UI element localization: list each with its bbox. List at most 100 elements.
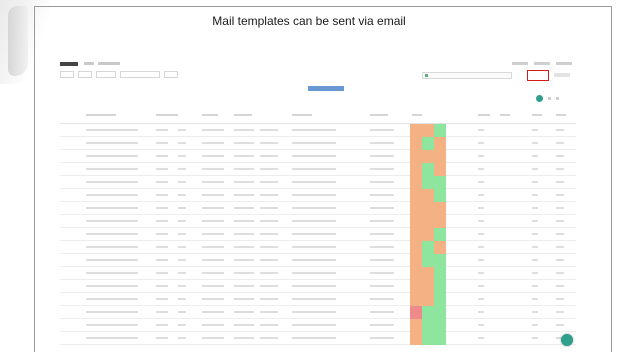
status-cell (422, 137, 434, 150)
add-icon[interactable] (536, 95, 543, 102)
table-cell (156, 155, 168, 157)
table-cell (292, 142, 336, 144)
status-cell (422, 254, 434, 267)
status-cell (410, 332, 422, 345)
status-cell (410, 202, 422, 215)
status-cell (434, 332, 446, 345)
column-header[interactable] (370, 114, 388, 116)
help-button[interactable] (561, 334, 573, 346)
table-cell (178, 324, 186, 326)
status-cell (422, 215, 434, 228)
table-cell (234, 181, 254, 183)
table-row[interactable] (60, 163, 576, 176)
table-cell (532, 272, 538, 274)
status-cell (422, 228, 434, 241)
table-row[interactable] (60, 137, 576, 150)
table-cell (234, 142, 254, 144)
status-cell (434, 306, 446, 319)
table-cell (202, 324, 224, 326)
menu-item[interactable] (60, 71, 74, 78)
table-row[interactable] (60, 124, 576, 137)
table-cell (202, 181, 224, 183)
table-cell (260, 207, 278, 209)
column-header[interactable] (86, 114, 116, 116)
menu-item[interactable] (78, 71, 92, 78)
list-view-icon[interactable] (548, 97, 551, 100)
table-cell (234, 337, 254, 339)
table-cell (292, 233, 336, 235)
table-row[interactable] (60, 306, 576, 319)
table-cell (478, 194, 484, 196)
table-cell (370, 155, 394, 157)
send-mail-button[interactable] (527, 70, 549, 81)
menu-item[interactable] (120, 71, 160, 78)
table-row[interactable] (60, 254, 576, 267)
column-header[interactable] (500, 114, 510, 116)
table-row[interactable] (60, 319, 576, 332)
table-row[interactable] (60, 332, 576, 345)
table-cell (202, 272, 224, 274)
status-cell (422, 280, 434, 293)
status-cell (410, 319, 422, 332)
table-cell (556, 220, 564, 222)
column-header[interactable] (292, 114, 312, 116)
table-header (60, 108, 576, 124)
table-row[interactable] (60, 202, 576, 215)
table-row[interactable] (60, 215, 576, 228)
top-link[interactable] (556, 62, 572, 65)
breadcrumb[interactable] (98, 62, 120, 65)
table-cell (292, 259, 336, 261)
table-cell (234, 311, 254, 313)
app-logo (60, 62, 78, 66)
filter-badge[interactable] (308, 86, 344, 91)
table-cell (556, 272, 564, 274)
column-header[interactable] (156, 114, 178, 116)
column-header[interactable] (234, 114, 252, 116)
breadcrumb[interactable] (84, 62, 94, 65)
table-cell (156, 142, 168, 144)
table-cell (556, 285, 564, 287)
table-cell (178, 246, 186, 248)
table-cell (178, 168, 186, 170)
table-cell (86, 324, 138, 326)
table-row[interactable] (60, 280, 576, 293)
table-cell (260, 337, 278, 339)
table-row[interactable] (60, 228, 576, 241)
column-header[interactable] (412, 114, 422, 116)
status-cell (410, 267, 422, 280)
table-row[interactable] (60, 267, 576, 280)
table-cell (260, 272, 278, 274)
table-cell (370, 285, 394, 287)
top-link[interactable] (512, 62, 528, 65)
column-header[interactable] (202, 114, 218, 116)
table-cell (260, 142, 278, 144)
more-button[interactable] (554, 73, 570, 77)
table-cell (260, 298, 278, 300)
status-cell (410, 137, 422, 150)
user-menu (512, 62, 572, 65)
table-cell (556, 324, 564, 326)
column-header[interactable] (478, 114, 490, 116)
table-cell (202, 311, 224, 313)
settings-icon[interactable] (556, 97, 559, 100)
top-link[interactable] (534, 62, 550, 65)
table-cell (178, 142, 186, 144)
table-cell (532, 324, 538, 326)
menu-item[interactable] (96, 71, 116, 78)
table-row[interactable] (60, 189, 576, 202)
menu-item[interactable] (164, 71, 178, 78)
table-cell (478, 155, 484, 157)
column-header[interactable] (556, 114, 566, 116)
table-cell (178, 311, 186, 313)
table-row[interactable] (60, 176, 576, 189)
column-header[interactable] (532, 114, 542, 116)
table-row[interactable] (60, 293, 576, 306)
table-row[interactable] (60, 150, 576, 163)
table-cell (532, 207, 538, 209)
status-cell (434, 241, 446, 254)
table-row[interactable] (60, 241, 576, 254)
table-cell (260, 220, 278, 222)
table-cell (292, 246, 336, 248)
table-cell (178, 233, 186, 235)
search-input[interactable] (422, 72, 512, 79)
